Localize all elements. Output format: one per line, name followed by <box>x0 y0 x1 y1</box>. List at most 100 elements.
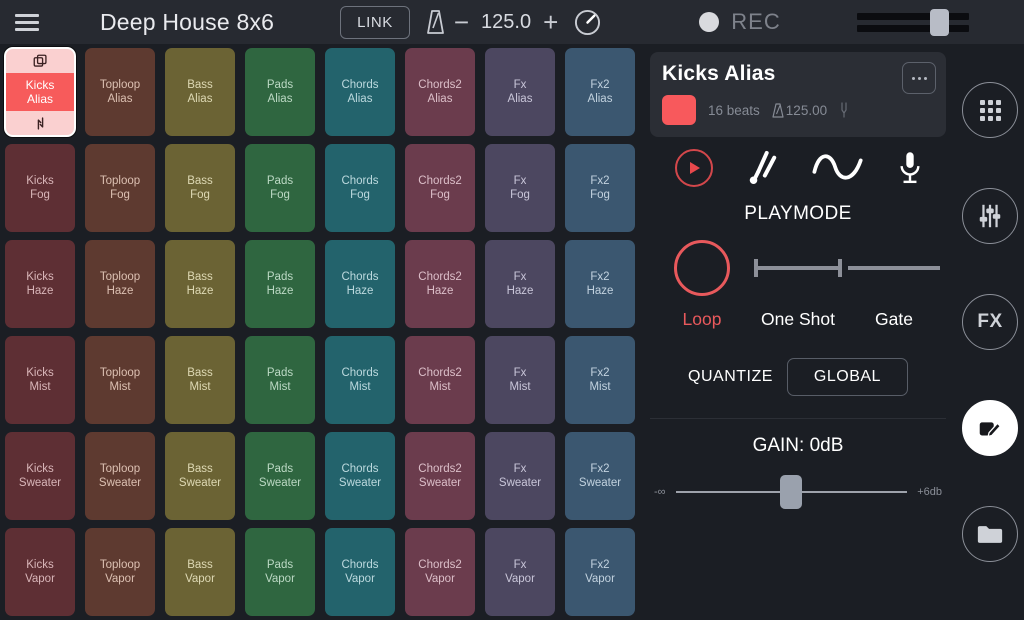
clip-cell[interactable]: Kicks Vapor <box>5 528 75 616</box>
hamburger-line <box>15 27 39 31</box>
clip-cell-wrap: Pads Fog <box>240 140 320 236</box>
clip-cell[interactable]: Toploop Vapor <box>85 528 155 616</box>
clip-cell-wrap: Chords Sweater <box>320 428 400 524</box>
hamburger-icon[interactable] <box>0 0 54 44</box>
copy-icon[interactable] <box>6 49 74 73</box>
clip-cell[interactable]: Kicks Haze <box>5 240 75 328</box>
bpm-decrease-button[interactable]: − <box>445 9 478 35</box>
clip-cell[interactable]: Toploop Sweater <box>85 432 155 520</box>
clip-cell[interactable]: Fx Mist <box>485 336 555 424</box>
clip-cell-wrap: Fx2 Vapor <box>560 524 640 620</box>
clip-cell[interactable]: Bass Sweater <box>165 432 235 520</box>
clip-cell[interactable]: Pads Fog <box>245 144 315 232</box>
clip-cell[interactable]: Chords2 Vapor <box>405 528 475 616</box>
clip-cell-wrap: Fx Fog <box>480 140 560 236</box>
clip-cell-label: Fx2 Vapor <box>585 558 615 585</box>
clip-cell-label: Pads Sweater <box>258 462 302 489</box>
clip-cell[interactable]: Chords Mist <box>325 336 395 424</box>
clip-cell-wrap: Fx Sweater <box>480 428 560 524</box>
clip-cell[interactable]: Fx2 Alias <box>565 48 635 136</box>
clip-cell[interactable]: Kicks Fog <box>5 144 75 232</box>
clip-cell[interactable]: Chords2 Haze <box>405 240 475 328</box>
clip-cell-label: Kicks Sweater <box>18 462 62 489</box>
clip-cell[interactable]: Chords2 Fog <box>405 144 475 232</box>
play-icon[interactable] <box>674 149 713 187</box>
clip-cell[interactable]: Pads Sweater <box>245 432 315 520</box>
clip-cell[interactable]: Kicks Sweater <box>5 432 75 520</box>
clip-cell[interactable]: Kicks Mist <box>5 336 75 424</box>
clip-cell[interactable]: Chords2 Mist <box>405 336 475 424</box>
clip-cell[interactable]: Chords Fog <box>325 144 395 232</box>
tuning-fork-icon[interactable] <box>746 150 778 186</box>
clip-cell[interactable]: Chords2 Sweater <box>405 432 475 520</box>
clip-cell[interactable]: Pads Alias <box>245 48 315 136</box>
rail-files-button[interactable] <box>962 506 1018 562</box>
clip-cell[interactable]: Chords Sweater <box>325 432 395 520</box>
rail-fx-button[interactable]: FX <box>962 294 1018 350</box>
clip-cell-wrap: Fx2 Sweater <box>560 428 640 524</box>
clip-cell[interactable]: Toploop Mist <box>85 336 155 424</box>
rail-edit-button[interactable] <box>962 400 1018 456</box>
clip-cell[interactable]: Toploop Fog <box>85 144 155 232</box>
clip-cell-wrap: Chords Fog <box>320 140 400 236</box>
clip-cell-wrap: Toploop Sweater <box>80 428 160 524</box>
clip-cell[interactable]: Fx Fog <box>485 144 555 232</box>
bpm-value[interactable]: 125.0 <box>478 11 534 34</box>
clip-cell-label: Fx2 Haze <box>586 270 614 297</box>
playmode-gate[interactable]: Gate <box>846 239 942 330</box>
playmode-loop[interactable]: Loop <box>654 239 750 330</box>
microphone-icon[interactable] <box>898 150 922 186</box>
clip-color-swatch[interactable] <box>662 95 696 125</box>
clip-cell-wrap: Kicks Haze <box>0 236 80 332</box>
clip-cell[interactable]: Pads Mist <box>245 336 315 424</box>
playmode-one-shot[interactable]: One Shot <box>750 239 846 330</box>
clip-cell[interactable]: Bass Alias <box>165 48 235 136</box>
gain-slider-row: -∞ +6db <box>640 475 956 509</box>
clip-cell[interactable]: Fx Sweater <box>485 432 555 520</box>
quantize-row: QUANTIZE GLOBAL <box>640 358 956 396</box>
clip-cell[interactable]: Pads Haze <box>245 240 315 328</box>
clip-cell[interactable]: Fx Alias <box>485 48 555 136</box>
link-button[interactable]: LINK <box>340 5 410 39</box>
gain-slider-handle[interactable] <box>779 475 802 509</box>
clip-cell[interactable]: Chords Alias <box>325 48 395 136</box>
tap-tempo-dial-icon[interactable] <box>574 9 601 36</box>
quantize-value-button[interactable]: GLOBAL <box>786 358 908 396</box>
clip-cell[interactable]: Fx2 Fog <box>565 144 635 232</box>
clip-cell-label: Toploop Sweater <box>98 462 142 489</box>
bpm-increase-button[interactable]: + <box>534 9 567 35</box>
clip-cell[interactable]: Fx Vapor <box>485 528 555 616</box>
clip-more-options-button[interactable] <box>902 62 936 94</box>
gain-slider[interactable] <box>675 475 908 509</box>
clip-cell[interactable]: Fx Haze <box>485 240 555 328</box>
clip-cell-label: Fx2 Sweater <box>578 462 622 489</box>
swap-arrows-icon[interactable] <box>6 111 74 135</box>
clip-cell[interactable]: Chords2 Alias <box>405 48 475 136</box>
clip-cell[interactable]: Chords Haze <box>325 240 395 328</box>
clip-cell[interactable]: Bass Vapor <box>165 528 235 616</box>
rail-mixer-button[interactable] <box>962 188 1018 244</box>
clip-cell[interactable]: Chords Vapor <box>325 528 395 616</box>
transport-controls: LINK − 125.0 + <box>340 5 601 39</box>
volume-handle[interactable] <box>929 9 949 36</box>
mixer-sliders-icon <box>979 204 1001 228</box>
rail-pads-grid-button[interactable] <box>962 82 1018 138</box>
clip-cell[interactable]: Fx2 Sweater <box>565 432 635 520</box>
clip-cell-label: Chords2 Mist <box>418 366 462 393</box>
clip-cell-wrap: Chords Vapor <box>320 524 400 620</box>
waveform-icon[interactable] <box>811 151 865 185</box>
clip-cell[interactable]: Bass Mist <box>165 336 235 424</box>
clip-cell[interactable]: Fx2 Vapor <box>565 528 635 616</box>
clip-cell-selected[interactable]: Kicks Alias <box>4 47 76 137</box>
clip-cell[interactable]: Bass Fog <box>165 144 235 232</box>
clip-cell[interactable]: Fx2 Haze <box>565 240 635 328</box>
clip-cell-label: Kicks Alias <box>6 73 74 111</box>
clip-cell[interactable]: Fx2 Mist <box>565 336 635 424</box>
clip-cell[interactable]: Bass Haze <box>165 240 235 328</box>
clip-cell[interactable]: Toploop Haze <box>85 240 155 328</box>
clip-cell-wrap: Bass Fog <box>160 140 240 236</box>
record-button[interactable]: REC <box>699 9 780 35</box>
master-volume-slider[interactable] <box>856 9 969 36</box>
clip-cell[interactable]: Toploop Alias <box>85 48 155 136</box>
clip-cell[interactable]: Pads Vapor <box>245 528 315 616</box>
